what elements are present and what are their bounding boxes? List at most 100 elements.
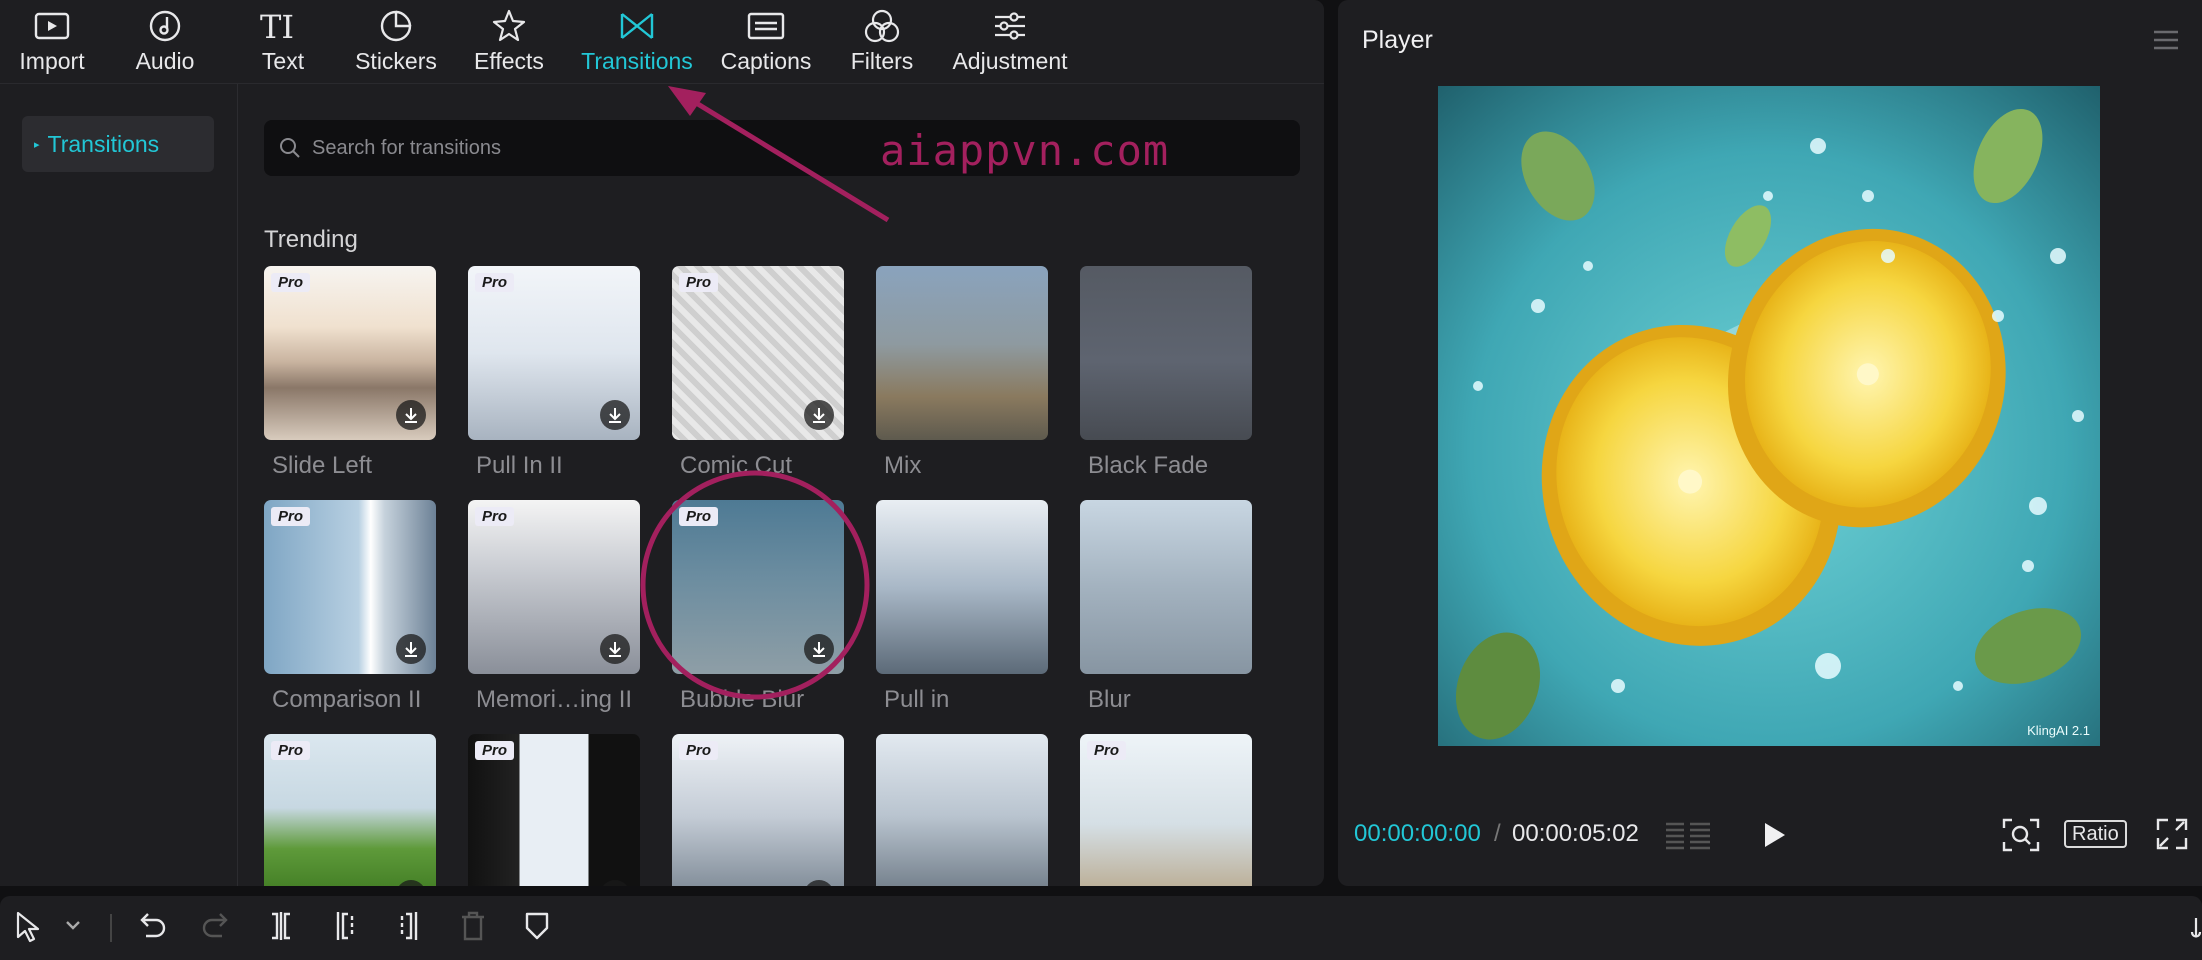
- transition-name: Black Fade: [1088, 452, 1209, 479]
- tab-transitions-label: Transitions: [581, 48, 693, 74]
- transition-thumbnail[interactable]: [876, 500, 1048, 674]
- transition-thumbnail[interactable]: Pro: [468, 500, 640, 674]
- transition-card[interactable]: Pro Comparison II: [264, 500, 436, 713]
- watermark-text: aiappvn.com: [880, 126, 1170, 175]
- player-panel: Player KlingAI 2.1 00:00:00:00 / 00:00:0…: [1338, 0, 2202, 886]
- tab-import[interactable]: Import: [12, 0, 92, 84]
- download-icon[interactable]: [804, 400, 834, 430]
- transition-thumbnail[interactable]: [876, 266, 1048, 440]
- captions-icon: [747, 0, 785, 52]
- lemon-splash-image: [1438, 86, 2100, 746]
- split-icon[interactable]: [266, 910, 296, 942]
- tab-text[interactable]: TI Text: [243, 0, 323, 84]
- transition-thumbnail[interactable]: Pro: [1080, 734, 1252, 886]
- tab-audio[interactable]: Audio: [125, 0, 205, 84]
- redo-icon[interactable]: [200, 910, 232, 942]
- ratio-button[interactable]: Ratio: [2064, 820, 2127, 848]
- select-cursor-icon[interactable]: [14, 910, 44, 944]
- transition-thumbnail[interactable]: Pro: [468, 266, 640, 440]
- tab-transitions[interactable]: Transitions: [574, 0, 700, 84]
- play-icon[interactable]: [1760, 820, 1788, 850]
- menu-icon[interactable]: [2152, 28, 2180, 52]
- transition-card[interactable]: Pro: [672, 734, 844, 886]
- sidebar-item-transitions[interactable]: ▸ Transitions: [22, 116, 214, 172]
- undo-icon[interactable]: [136, 910, 168, 942]
- tab-captions[interactable]: Captions: [716, 0, 816, 84]
- transition-card[interactable]: Blur: [1080, 500, 1252, 713]
- tab-audio-label: Audio: [135, 48, 195, 74]
- import-icon: [34, 0, 70, 52]
- transition-card[interactable]: Pull in: [876, 500, 1048, 713]
- search-input[interactable]: [312, 136, 872, 160]
- media-panel: Import Audio TI Text Stickers Effects Tr…: [0, 0, 1324, 886]
- download-icon[interactable]: [804, 880, 834, 886]
- tab-filters[interactable]: Filters: [842, 0, 922, 84]
- transition-card[interactable]: Pro Memori…ing II: [468, 500, 640, 713]
- svg-text:TI: TI: [260, 10, 294, 42]
- transition-name: Mix: [884, 452, 922, 479]
- transition-thumbnail[interactable]: Pro: [672, 500, 844, 674]
- stickers-icon: [379, 0, 413, 52]
- search-icon: [280, 138, 300, 158]
- transition-card[interactable]: Pro: [1080, 734, 1252, 886]
- download-icon[interactable]: [600, 634, 630, 664]
- download-icon[interactable]: [600, 880, 630, 886]
- transition-name: Bubble Blur: [680, 686, 805, 713]
- tab-import-label: Import: [19, 48, 85, 74]
- transition-card[interactable]: [876, 734, 1048, 886]
- delete-icon[interactable]: [458, 910, 488, 942]
- fullscreen-icon[interactable]: [2156, 818, 2188, 850]
- marker-icon[interactable]: [522, 910, 552, 942]
- transition-thumbnail[interactable]: [876, 734, 1048, 886]
- adjustment-icon: [992, 0, 1028, 52]
- pro-badge: Pro: [475, 507, 515, 526]
- transition-card[interactable]: Pro Pull In II: [468, 266, 640, 479]
- download-icon[interactable]: [396, 634, 426, 664]
- pro-badge: Pro: [1087, 741, 1127, 760]
- transition-thumbnail[interactable]: Pro: [264, 734, 436, 886]
- transition-thumbnail[interactable]: Pro: [468, 734, 640, 886]
- tab-text-label: Text: [261, 48, 305, 74]
- zoom-fit-icon[interactable]: [2002, 818, 2040, 852]
- transition-card[interactable]: Pro Comic Cut: [672, 266, 844, 479]
- pro-badge: Pro: [271, 273, 311, 292]
- transition-thumbnail[interactable]: Pro: [672, 734, 844, 886]
- download-icon[interactable]: [804, 634, 834, 664]
- transition-card[interactable]: Pro Bubble Blur: [672, 500, 844, 713]
- download-icon[interactable]: [600, 400, 630, 430]
- tab-effects-label: Effects: [474, 48, 544, 74]
- mic-icon[interactable]: [2190, 916, 2202, 944]
- pro-badge: Pro: [475, 273, 515, 292]
- pro-badge: Pro: [679, 741, 719, 760]
- pro-badge: Pro: [271, 507, 311, 526]
- transition-card[interactable]: Mix: [876, 266, 1048, 479]
- transition-thumbnail[interactable]: Pro: [264, 500, 436, 674]
- pro-badge: Pro: [679, 273, 719, 292]
- transition-thumbnail[interactable]: Pro: [672, 266, 844, 440]
- tab-filters-label: Filters: [850, 48, 914, 74]
- download-icon[interactable]: [396, 400, 426, 430]
- transition-card[interactable]: Pro Slide Left: [264, 266, 436, 479]
- tab-adjustment-label: Adjustment: [952, 48, 1068, 74]
- transition-card[interactable]: Black Fade: [1080, 266, 1252, 479]
- tab-stickers[interactable]: Stickers: [346, 0, 446, 84]
- split-left-icon[interactable]: [330, 910, 360, 942]
- tab-effects[interactable]: Effects: [463, 0, 555, 84]
- audio-icon: [148, 0, 182, 52]
- player-title: Player: [1362, 26, 1433, 54]
- video-preview[interactable]: KlingAI 2.1: [1438, 86, 2100, 746]
- transition-thumbnail[interactable]: [1080, 266, 1252, 440]
- split-right-icon[interactable]: [394, 910, 424, 942]
- transition-name: Pull In II: [476, 452, 563, 479]
- tab-adjustment[interactable]: Adjustment: [944, 0, 1076, 84]
- timecode-separator: /: [1494, 820, 1501, 847]
- transition-card[interactable]: Pro: [264, 734, 436, 886]
- download-icon[interactable]: [396, 880, 426, 886]
- grid-view-icon[interactable]: [1664, 818, 1712, 850]
- transition-card[interactable]: Pro: [468, 734, 640, 886]
- transition-thumbnail[interactable]: Pro: [264, 266, 436, 440]
- transition-thumbnail[interactable]: [1080, 500, 1252, 674]
- chevron-down-icon[interactable]: [64, 918, 82, 932]
- timeline-toolbar: [0, 896, 2202, 960]
- toolbar-divider: [110, 914, 112, 942]
